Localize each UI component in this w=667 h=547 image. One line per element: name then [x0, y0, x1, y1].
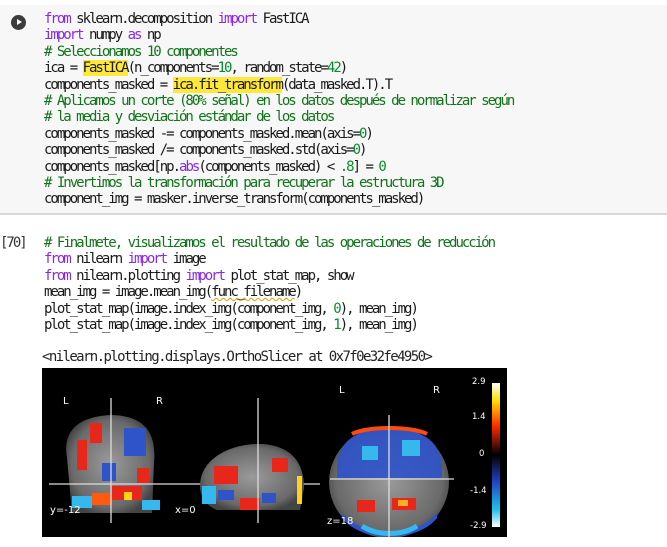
coronal-right-label: R: [156, 396, 163, 407]
code-token: ): [365, 125, 374, 142]
code-token: image: [166, 251, 207, 268]
code-token: ] =: [352, 158, 379, 175]
code-token: (data_masked.T).T: [281, 76, 393, 93]
code-token: np: [140, 27, 162, 44]
code-line: components_masked -= components_masked.m…: [44, 126, 513, 142]
code-comment: # Invertimos la transformación para recu…: [44, 174, 445, 191]
code-token: components_masked =: [44, 76, 173, 93]
code-token: .8: [339, 158, 355, 175]
code-comment: # Aplicamos un corte (80% señal) en los …: [44, 92, 515, 109]
axial-coord: z=18: [327, 516, 354, 527]
colorbar-tick: -1.4: [470, 486, 487, 496]
code-token: ica.fit_transform: [172, 76, 284, 93]
ortho-slicer-figure: L R y=-12 x=0 L R z=18 2.9 1.4 0 -1.4 -2…: [42, 368, 507, 537]
code-line: # Seleccionamos 10 componentes: [44, 44, 513, 60]
code-token: ): [294, 284, 304, 301]
code-line: # Finalmete, visualizamos el resultado d…: [44, 235, 496, 251]
code-cell-2[interactable]: [70] # Finalmete, visualizamos el result…: [0, 222, 667, 340]
code-keyword: import: [185, 267, 226, 284]
code-token: nilearn: [69, 251, 128, 268]
sagittal-slice: [200, 398, 304, 523]
code-line: components_masked = ica.fit_transform(da…: [44, 76, 513, 93]
coronal-left-label: L: [63, 396, 69, 407]
code-token: ica =: [44, 60, 83, 77]
code-keyword: from: [44, 267, 72, 284]
coronal-coord: y=-12: [50, 505, 81, 516]
colorbar-tick: -2.9: [470, 521, 487, 531]
code-keyword: abs: [179, 158, 200, 175]
code-token: (n_components=: [127, 60, 220, 77]
code-comment: # Seleccionamos 10 componentes: [44, 43, 239, 60]
code-token: 10: [217, 60, 233, 77]
code-token: components_masked[np.: [44, 158, 181, 175]
code-keyword: import: [217, 11, 259, 27]
code-line: # Aplicamos un corte (80% señal) en los …: [44, 92, 515, 109]
code-line: # Invertimos la transformación para recu…: [44, 175, 513, 191]
output-repr: <nilearn.plotting.displays.OrthoSlicer a…: [42, 349, 433, 365]
code-line: components_masked[np.abs(components_mask…: [44, 159, 513, 175]
code-token: FastICA: [82, 60, 130, 77]
code-token: mean_img = image.mean_img(: [44, 284, 213, 301]
code-token: component_img = masker.inverse_transform…: [44, 191, 425, 208]
code-comment: # la media y desviación estándar de los …: [44, 109, 335, 126]
code-token: plot_stat_map(image.index_img(component_…: [44, 316, 334, 333]
code-token: nilearn.plotting: [69, 267, 186, 284]
run-cell-button[interactable]: [11, 15, 26, 30]
code-token: numpy: [82, 27, 128, 44]
code-line: import numpy as np: [44, 27, 513, 43]
execution-count: [70]: [0, 235, 28, 251]
code-keyword: from: [44, 11, 72, 27]
code-line: # la media y desviación estándar de los …: [44, 109, 513, 125]
axial-right-label: R: [433, 385, 440, 396]
code-token: FastICA: [256, 11, 310, 27]
code-keyword: from: [44, 251, 72, 268]
code-line: component_img = masker.inverse_transform…: [44, 191, 513, 207]
code-token: ): [339, 60, 349, 77]
sagittal-coord: x=0: [175, 505, 196, 516]
code-token: plot_stat_map, show: [224, 267, 354, 284]
colorbar-tick: 2.9: [472, 377, 486, 387]
colorbar-tick: 0: [479, 449, 485, 459]
code-token: (components_masked) <: [198, 158, 340, 175]
code-token: ), mean_img): [339, 300, 419, 317]
code-token: , random_state=: [230, 60, 328, 77]
code-editor[interactable]: from sklearn.decomposition import FastIC…: [44, 11, 515, 208]
code-line: plot_stat_map(image.index_img(component_…: [44, 301, 494, 317]
code-line: from nilearn import image: [44, 251, 494, 267]
code-line: from sklearn.decomposition import FastIC…: [44, 11, 513, 27]
code-line: components_masked /= components_masked.s…: [44, 142, 513, 158]
colorbar-tick: 1.4: [472, 412, 486, 422]
axial-left-label: L: [339, 385, 345, 396]
code-token: ): [359, 142, 368, 159]
code-line: from nilearn.plotting import plot_stat_m…: [44, 268, 494, 284]
code-keyword: import: [127, 251, 169, 268]
code-keyword: import: [44, 27, 85, 44]
code-token: sklearn.decomposition: [69, 11, 218, 27]
code-editor[interactable]: # Finalmete, visualizamos el resultado d…: [44, 235, 496, 333]
code-token: components_masked /= components_masked.s…: [44, 142, 355, 159]
code-token: 0: [378, 158, 387, 175]
code-cell-1[interactable]: from sklearn.decomposition import FastIC…: [0, 5, 667, 215]
code-token: func_filename: [211, 284, 297, 301]
colorbar: [492, 383, 500, 527]
code-token: plot_stat_map(image.index_img(component_…: [44, 300, 334, 317]
code-comment: # Finalmete, visualizamos el resultado d…: [44, 235, 496, 251]
code-line: mean_img = image.mean_img(func_filename): [44, 284, 494, 300]
code-token: ), mean_img): [339, 316, 419, 333]
code-token: 42: [326, 60, 342, 77]
code-keyword: as: [127, 27, 143, 44]
code-line: plot_stat_map(image.index_img(component_…: [44, 317, 494, 333]
code-line: ica = FastICA(n_components=10, random_st…: [44, 60, 513, 77]
code-token: components_masked -= components_masked.m…: [44, 125, 361, 142]
